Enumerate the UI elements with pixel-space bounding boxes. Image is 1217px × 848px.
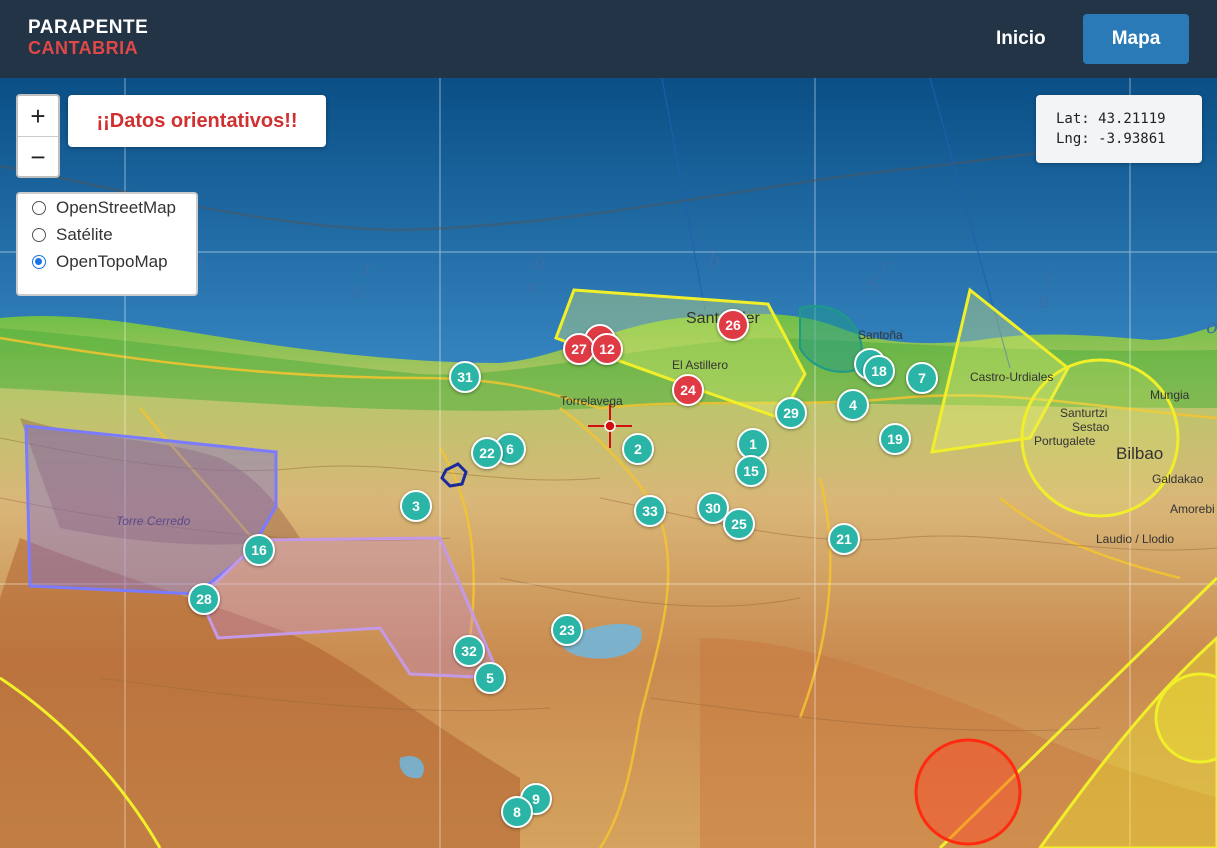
site-marker[interactable]: 19 xyxy=(879,423,911,455)
zoom-out-button[interactable]: − xyxy=(18,137,58,177)
site-marker[interactable]: 4 xyxy=(837,389,869,421)
nav-mapa-button[interactable]: Mapa xyxy=(1083,14,1189,64)
label-torre-cerredo: Torre Cerredo xyxy=(116,514,191,528)
label-galdakao: Galdakao xyxy=(1152,472,1204,486)
label-laudio: Laudio / Llodio xyxy=(1096,532,1175,546)
label-santurtzi: Santurtzi xyxy=(1060,406,1108,420)
site-marker[interactable]: 25 xyxy=(723,508,755,540)
coordinates-display: Lat: 43.21119 Lng: -3.93861 xyxy=(1036,95,1202,163)
site-marker[interactable]: 31 xyxy=(449,361,481,393)
sea-letter: t xyxy=(364,256,373,280)
sea-letter: o xyxy=(1206,314,1217,338)
sea-letter: e xyxy=(1038,288,1050,312)
site-marker[interactable]: 22 xyxy=(471,437,503,469)
sea-letter: r xyxy=(880,254,890,278)
site-marker[interactable]: 3 xyxy=(400,490,432,522)
label-castro: Castro-Urdiales xyxy=(970,370,1054,384)
zoom-control: + − xyxy=(16,94,60,178)
site-marker[interactable]: 7 xyxy=(906,362,938,394)
label-portugalete: Portugalete xyxy=(1034,434,1096,448)
brand-line1: PARAPENTE xyxy=(28,17,149,38)
layer-option-osm[interactable]: OpenStreetMap xyxy=(18,194,196,221)
sea-letter: i xyxy=(1046,266,1053,290)
zoom-in-button[interactable]: + xyxy=(18,96,58,137)
site-marker[interactable]: 8 xyxy=(501,796,533,828)
sea-letter: n xyxy=(526,274,539,298)
warning-banner: ¡¡Datos orientativos!! xyxy=(68,95,326,147)
site-marker[interactable]: 2 xyxy=(622,433,654,465)
site-marker[interactable]: 12 xyxy=(591,333,623,365)
site-marker[interactable]: 23 xyxy=(551,614,583,646)
radio-icon[interactable] xyxy=(32,227,46,242)
layer-label: OpenStreetMap xyxy=(56,197,177,217)
label-amorebieta: Amorebi xyxy=(1170,502,1215,516)
label-bilbao: Bilbao xyxy=(1116,444,1164,463)
sea-letter: S xyxy=(866,272,880,296)
site-marker[interactable]: 24 xyxy=(672,374,704,406)
header: PARAPENTE CANTABRIA Inicio Mapa xyxy=(0,0,1217,78)
longitude-readout: Lng: -3.93861 xyxy=(1056,131,1166,147)
site-marker[interactable]: 21 xyxy=(828,523,860,555)
site-marker[interactable]: 5 xyxy=(474,662,506,694)
label-torrelavega: Torrelavega xyxy=(560,394,623,408)
label-el-astillero: El Astillero xyxy=(672,358,729,372)
site-marker[interactable]: 29 xyxy=(775,397,807,429)
site-marker[interactable]: 32 xyxy=(453,635,485,667)
site-marker[interactable]: 18 xyxy=(863,355,895,387)
site-marker[interactable]: 28 xyxy=(188,583,220,615)
radio-icon[interactable] xyxy=(32,200,46,215)
layer-label: Satélite xyxy=(56,224,113,244)
site-marker[interactable]: 33 xyxy=(634,495,666,527)
radio-checked-icon[interactable] xyxy=(32,254,46,269)
label-mungia: Mungia xyxy=(1150,388,1190,402)
site-marker[interactable]: 26 xyxy=(717,309,749,341)
layer-option-satellite[interactable]: Satélite xyxy=(18,221,196,248)
site-marker[interactable]: 15 xyxy=(735,455,767,487)
sea-letter: á xyxy=(534,250,546,274)
label-sestao: Sestao xyxy=(1072,420,1110,434)
sea-letter: b xyxy=(708,248,721,272)
site-marker[interactable]: 16 xyxy=(243,534,275,566)
label-santona: Santoña xyxy=(858,328,903,342)
map-canvas[interactable]: n t a á n b r S i e o Torrelavega Santan… xyxy=(0,78,1217,848)
latitude-readout: Lat: 43.21119 xyxy=(1056,111,1166,127)
sea-letter: a xyxy=(352,278,364,302)
layer-switcher: OpenStreetMap Satélite OpenTopoMap xyxy=(16,192,198,296)
layer-label: OpenTopoMap xyxy=(56,251,168,271)
brand-logo[interactable]: PARAPENTE CANTABRIA xyxy=(28,17,149,59)
brand-line2: CANTABRIA xyxy=(28,38,139,58)
nav-inicio-link[interactable]: Inicio xyxy=(980,22,1062,56)
layer-option-opentopo[interactable]: OpenTopoMap xyxy=(18,248,196,275)
